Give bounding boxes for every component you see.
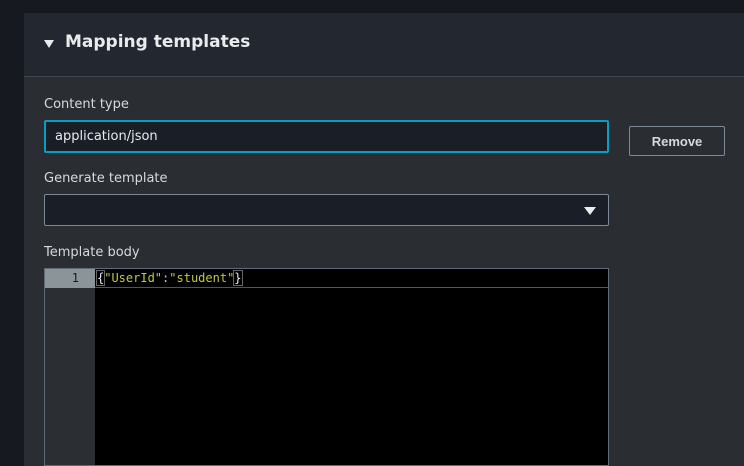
content-type-input[interactable]: application/json: [44, 120, 609, 153]
remove-button[interactable]: Remove: [629, 126, 725, 156]
section-header[interactable]: Mapping templates: [24, 13, 744, 77]
code-line: {"UserId":"student"}: [95, 269, 243, 288]
generate-template-label: Generate template: [44, 171, 168, 186]
line-number: 1: [45, 269, 95, 288]
close-brace: }: [233, 270, 243, 286]
template-body-label: Template body: [44, 245, 140, 260]
json-value: "student": [169, 271, 235, 285]
mapping-templates-panel: Mapping templates Content type applicati…: [24, 13, 744, 466]
section-title: Mapping templates: [65, 32, 251, 52]
content-type-label: Content type: [44, 97, 129, 112]
content-type-value: application/json: [55, 129, 158, 144]
caret-down-icon[interactable]: [44, 40, 54, 48]
line-gutter: 1: [45, 269, 95, 465]
generate-template-select[interactable]: [44, 194, 609, 226]
caret-down-icon: [584, 207, 596, 215]
json-key: "UserId": [104, 271, 163, 285]
template-body-editor[interactable]: 1 {"UserId":"student"}: [44, 268, 609, 466]
